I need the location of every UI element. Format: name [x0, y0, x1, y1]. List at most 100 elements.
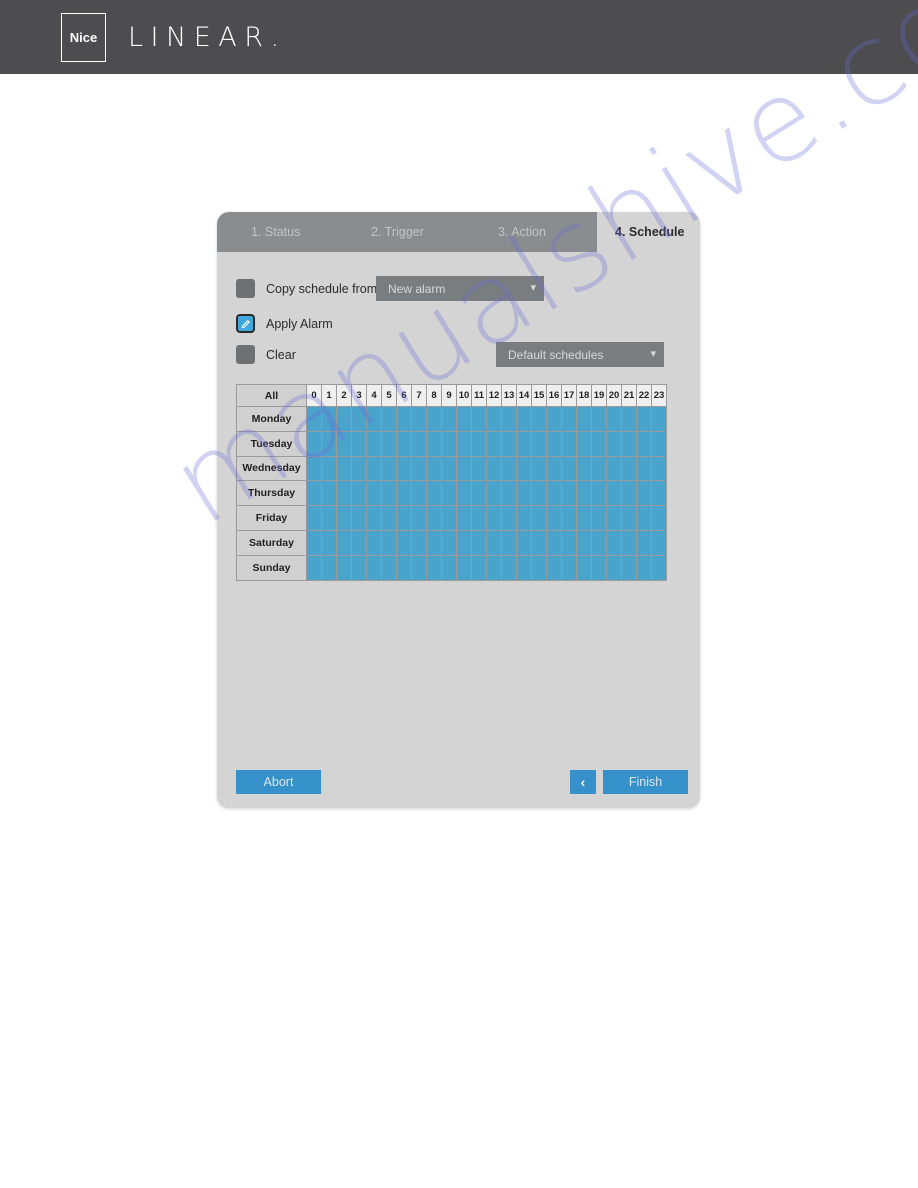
slot-friday-4[interactable]	[366, 505, 382, 531]
copy-schedule-checkbox[interactable]	[236, 279, 255, 298]
slot-saturday-3[interactable]	[351, 529, 367, 556]
slot-tuesday-5[interactable]	[381, 430, 397, 457]
apply-alarm-checkbox[interactable]	[236, 314, 255, 333]
slot-tuesday-11[interactable]	[471, 430, 487, 457]
slot-friday-7[interactable]	[411, 505, 427, 531]
slot-thursday-17[interactable]	[561, 480, 577, 507]
slot-sunday-5[interactable]	[381, 554, 397, 581]
slot-thursday-22[interactable]	[636, 480, 652, 507]
slot-sunday-10[interactable]	[456, 554, 472, 581]
slot-sunday-6[interactable]	[396, 554, 412, 581]
slot-monday-4[interactable]	[366, 406, 382, 432]
slot-monday-19[interactable]	[591, 406, 607, 432]
slot-thursday-14[interactable]	[516, 480, 532, 507]
slot-tuesday-12[interactable]	[486, 430, 502, 457]
slot-sunday-15[interactable]	[531, 554, 547, 581]
hour-header-18[interactable]: 18	[576, 384, 592, 407]
back-button[interactable]: ‹	[570, 770, 596, 794]
slot-sunday-0[interactable]	[306, 554, 322, 581]
slot-sunday-11[interactable]	[471, 554, 487, 581]
slot-saturday-18[interactable]	[576, 529, 592, 556]
slot-wednesday-21[interactable]	[621, 455, 637, 482]
slot-tuesday-8[interactable]	[426, 430, 442, 457]
slot-monday-16[interactable]	[546, 406, 562, 432]
tab-schedule[interactable]: 4. Schedule	[615, 212, 684, 252]
slot-tuesday-13[interactable]	[501, 430, 517, 457]
hour-header-4[interactable]: 4	[366, 384, 382, 407]
slot-thursday-3[interactable]	[351, 480, 367, 507]
slot-monday-6[interactable]	[396, 406, 412, 432]
tab-action[interactable]: 3. Action	[498, 212, 546, 252]
hour-header-12[interactable]: 12	[486, 384, 502, 407]
slot-thursday-11[interactable]	[471, 480, 487, 507]
slot-monday-3[interactable]	[351, 406, 367, 432]
day-label-tuesday[interactable]: Tuesday	[236, 430, 307, 457]
slot-monday-21[interactable]	[621, 406, 637, 432]
slot-tuesday-21[interactable]	[621, 430, 637, 457]
slot-friday-19[interactable]	[591, 505, 607, 531]
slot-thursday-15[interactable]	[531, 480, 547, 507]
slot-tuesday-14[interactable]	[516, 430, 532, 457]
slot-saturday-5[interactable]	[381, 529, 397, 556]
finish-button[interactable]: Finish	[603, 770, 688, 794]
slot-monday-17[interactable]	[561, 406, 577, 432]
slot-tuesday-18[interactable]	[576, 430, 592, 457]
slot-thursday-0[interactable]	[306, 480, 322, 507]
slot-wednesday-23[interactable]	[651, 455, 667, 482]
slot-sunday-21[interactable]	[621, 554, 637, 581]
slot-saturday-23[interactable]	[651, 529, 667, 556]
slot-friday-17[interactable]	[561, 505, 577, 531]
hour-header-23[interactable]: 23	[651, 384, 667, 407]
hour-header-15[interactable]: 15	[531, 384, 547, 407]
slot-saturday-16[interactable]	[546, 529, 562, 556]
slot-tuesday-16[interactable]	[546, 430, 562, 457]
slot-monday-13[interactable]	[501, 406, 517, 432]
slot-saturday-11[interactable]	[471, 529, 487, 556]
slot-wednesday-16[interactable]	[546, 455, 562, 482]
slot-sunday-4[interactable]	[366, 554, 382, 581]
slot-tuesday-4[interactable]	[366, 430, 382, 457]
hour-header-14[interactable]: 14	[516, 384, 532, 407]
slot-monday-12[interactable]	[486, 406, 502, 432]
slot-sunday-23[interactable]	[651, 554, 667, 581]
slot-saturday-10[interactable]	[456, 529, 472, 556]
slot-wednesday-0[interactable]	[306, 455, 322, 482]
slot-thursday-9[interactable]	[441, 480, 457, 507]
slot-saturday-8[interactable]	[426, 529, 442, 556]
slot-wednesday-2[interactable]	[336, 455, 352, 482]
slot-saturday-19[interactable]	[591, 529, 607, 556]
slot-wednesday-20[interactable]	[606, 455, 622, 482]
slot-tuesday-6[interactable]	[396, 430, 412, 457]
slot-saturday-14[interactable]	[516, 529, 532, 556]
slot-monday-20[interactable]	[606, 406, 622, 432]
slot-sunday-13[interactable]	[501, 554, 517, 581]
slot-thursday-16[interactable]	[546, 480, 562, 507]
slot-wednesday-5[interactable]	[381, 455, 397, 482]
slot-wednesday-15[interactable]	[531, 455, 547, 482]
day-label-saturday[interactable]: Saturday	[236, 529, 307, 556]
slot-thursday-13[interactable]	[501, 480, 517, 507]
slot-saturday-21[interactable]	[621, 529, 637, 556]
select-all-cell[interactable]: All	[236, 384, 307, 407]
slot-wednesday-11[interactable]	[471, 455, 487, 482]
hour-header-17[interactable]: 17	[561, 384, 577, 407]
slot-friday-11[interactable]	[471, 505, 487, 531]
slot-sunday-7[interactable]	[411, 554, 427, 581]
hour-header-8[interactable]: 8	[426, 384, 442, 407]
day-label-wednesday[interactable]: Wednesday	[236, 455, 307, 482]
slot-thursday-4[interactable]	[366, 480, 382, 507]
hour-header-2[interactable]: 2	[336, 384, 352, 407]
slot-sunday-14[interactable]	[516, 554, 532, 581]
clear-checkbox[interactable]	[236, 345, 255, 364]
slot-tuesday-2[interactable]	[336, 430, 352, 457]
hour-header-13[interactable]: 13	[501, 384, 517, 407]
day-label-thursday[interactable]: Thursday	[236, 480, 307, 507]
slot-tuesday-0[interactable]	[306, 430, 322, 457]
slot-friday-1[interactable]	[321, 505, 337, 531]
slot-friday-5[interactable]	[381, 505, 397, 531]
slot-sunday-3[interactable]	[351, 554, 367, 581]
hour-header-10[interactable]: 10	[456, 384, 472, 407]
slot-sunday-20[interactable]	[606, 554, 622, 581]
slot-tuesday-19[interactable]	[591, 430, 607, 457]
slot-tuesday-22[interactable]	[636, 430, 652, 457]
